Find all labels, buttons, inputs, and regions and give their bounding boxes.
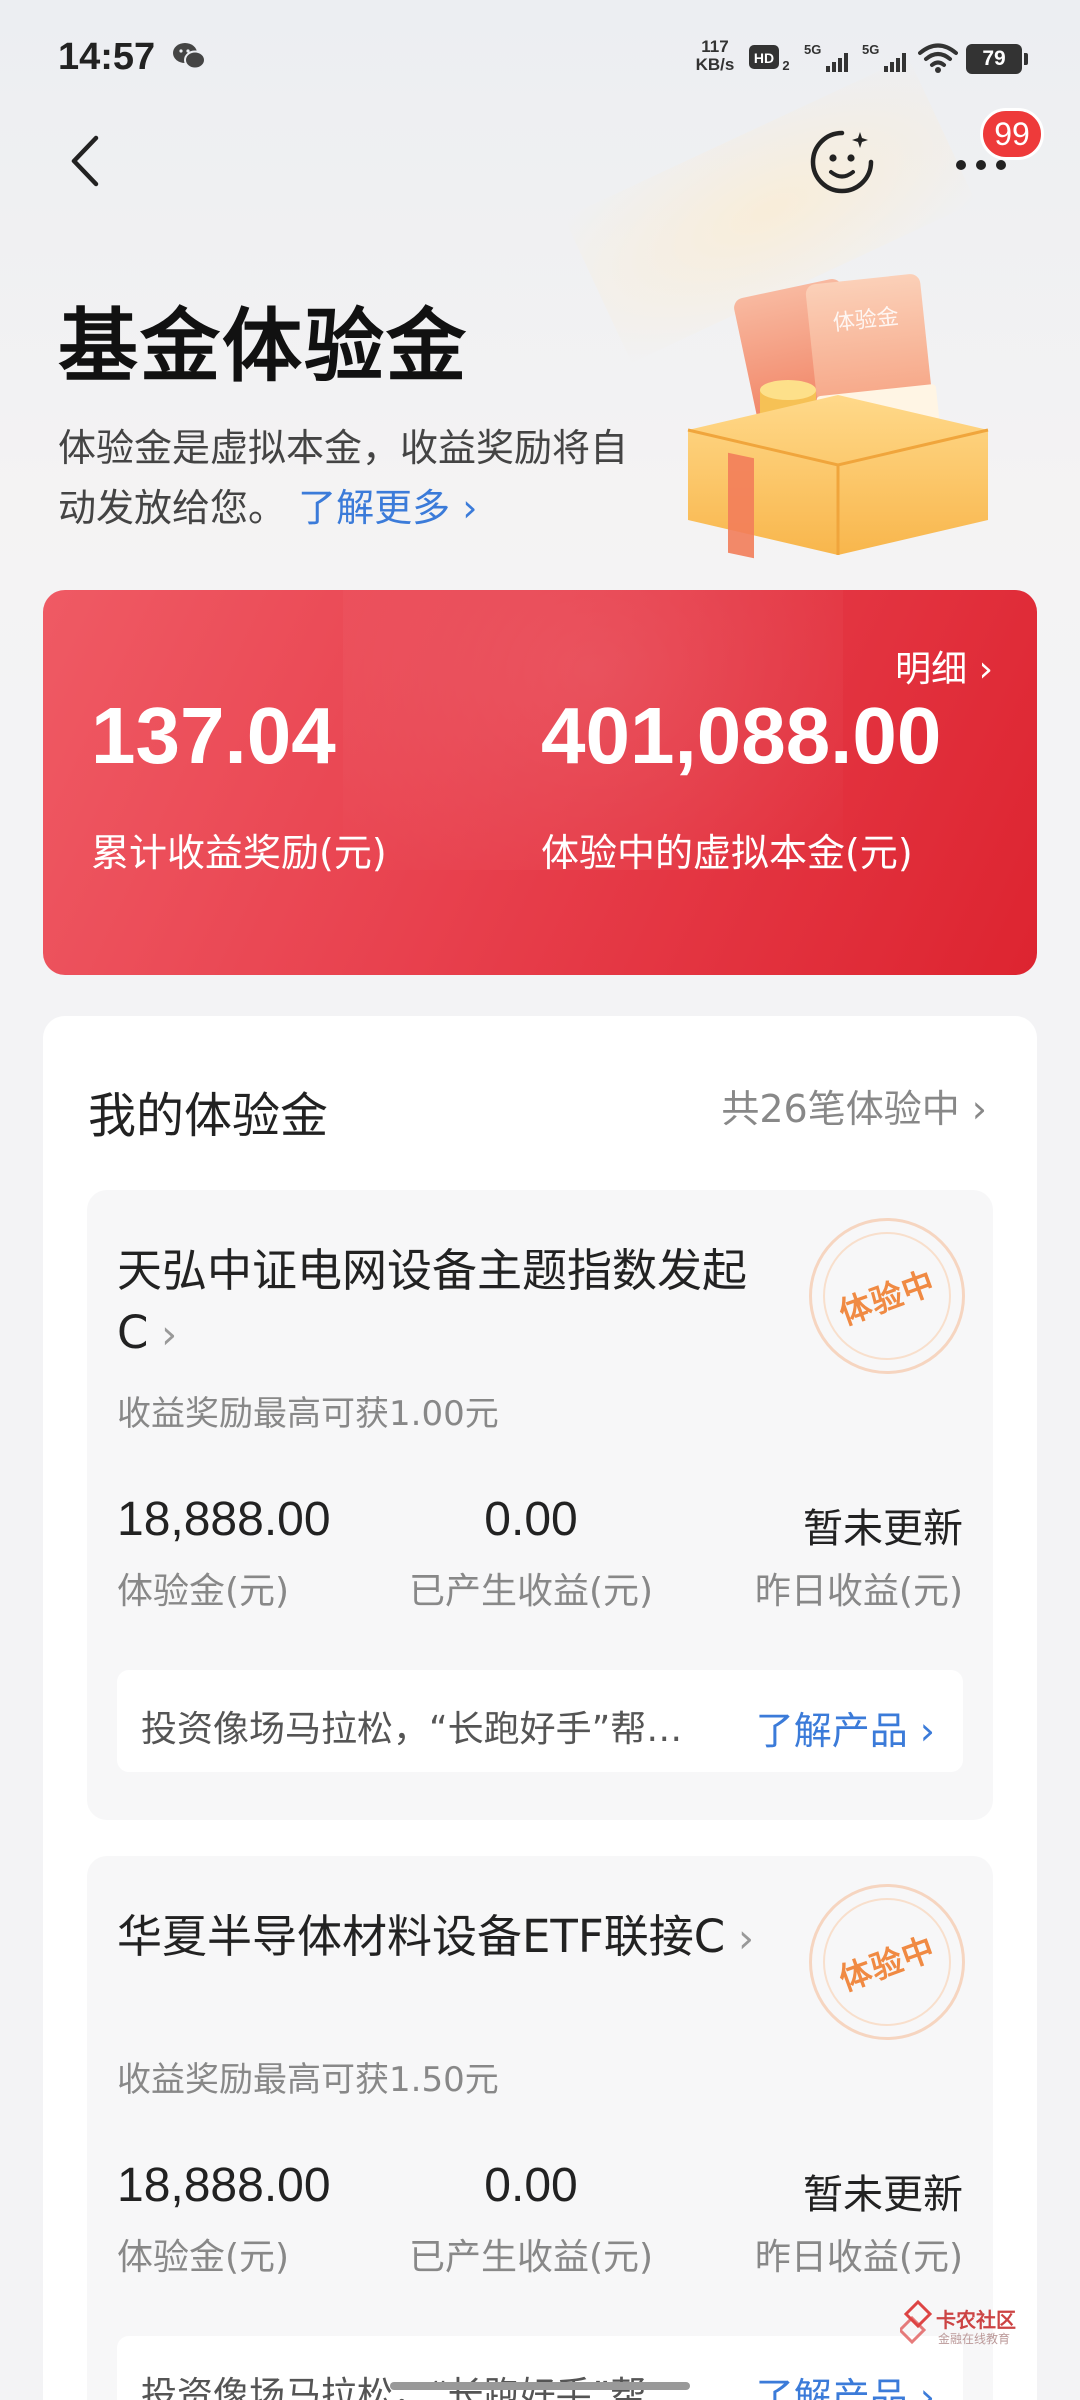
net-speed-unit: KB/s <box>695 55 735 74</box>
status-bar: 14:57 117 KB/s HD 2 5G 5G 79 <box>0 0 1080 120</box>
fund-name[interactable]: 华夏半导体材料设备ETF联接C › <box>117 1906 757 1970</box>
wechat-icon <box>173 43 206 70</box>
product-note-bar[interactable]: 投资像场马拉松，“长跑好手”帮… 了解产品 › <box>117 1670 963 1772</box>
stamp-in-trial: 体验中 <box>809 1218 965 1374</box>
watermark-title: 卡农社区 <box>936 2308 1016 2332</box>
fund-reward-cap: 收益奖励最高可获1.00元 <box>117 1394 499 1434</box>
detail-link[interactable]: 明细 › <box>895 640 993 692</box>
fund-name-text: 华夏半导体材料设备ETF联接C <box>117 1910 726 1963</box>
hd-icon: HD 2 <box>749 45 790 73</box>
product-note-bar[interactable]: 投资像场马拉松，“长跑好手”帮… 了解产品 › <box>117 2336 963 2400</box>
signal-5g-icon: 5G <box>862 42 906 72</box>
svg-text:HD: HD <box>754 50 774 66</box>
principal-label: 体验中的虚拟本金(元) <box>541 831 913 875</box>
stamp-text: 体验中 <box>834 1263 941 1333</box>
status-time: 14:57 <box>58 36 156 78</box>
fund-item[interactable]: 天弘中证电网设备主题指数发起C › 体验中 收益奖励最高可获1.00元 18,8… <box>87 1190 993 1820</box>
home-indicator[interactable] <box>390 2382 690 2390</box>
fund-name-text: 天弘中证电网设备主题指数发起C <box>117 1244 748 1359</box>
trial-amount: 18,888.00 <box>117 2159 331 2212</box>
yesterday-label: 昨日收益(元) <box>754 1571 963 1612</box>
signal-5g-icon: 5G <box>804 42 848 72</box>
earned-label: 已产生收益(元) <box>408 2237 654 2278</box>
svg-text:5G: 5G <box>862 42 879 57</box>
my-funds-card: 我的体验金 共26笔体验中 › 天弘中证电网设备主题指数发起C › 体验中 收益… <box>43 1016 1037 2400</box>
battery-icon: 79 <box>966 44 1028 74</box>
product-note: 投资像场马拉松，“长跑好手”帮… <box>141 1709 683 1750</box>
net-speed: 117 KB/s <box>690 38 740 74</box>
trial-amount-label: 体验金(元) <box>117 2237 290 2278</box>
principal-value: 401,088.00 <box>541 691 942 780</box>
back-button[interactable] <box>60 126 110 196</box>
stamp-text: 体验中 <box>834 1929 941 1999</box>
trial-amount: 18,888.00 <box>117 1493 331 1546</box>
svg-text:2: 2 <box>782 58 789 73</box>
gift-box-illustration: 体验金 <box>687 274 989 559</box>
chevron-right-icon: › <box>725 1916 754 1962</box>
yesterday-label: 昨日收益(元) <box>754 2237 963 2278</box>
notification-badge: 99 <box>980 108 1044 160</box>
svg-text:5G: 5G <box>804 42 821 57</box>
watermark-subtitle: 金融在线教育 <box>938 2332 1011 2346</box>
earned-label: 已产生收益(元) <box>408 1571 654 1612</box>
reward-label: 累计收益奖励(元) <box>91 831 387 875</box>
smiley-service-icon[interactable] <box>808 128 876 196</box>
fund-item[interactable]: 华夏半导体材料设备ETF联接C › 体验中 收益奖励最高可获1.50元 18,8… <box>87 1856 993 2400</box>
learn-product-link[interactable]: 了解产品 › <box>756 1700 935 1755</box>
earned-value: 0.00 <box>484 1493 578 1546</box>
stamp-inner-ring: 体验中 <box>823 1232 951 1360</box>
reward-value: 137.04 <box>91 691 336 780</box>
trial-amount-label: 体验金(元) <box>117 1571 290 1612</box>
chevron-right-icon: › <box>148 1312 178 1358</box>
section-title: 我的体验金 <box>88 1088 329 1144</box>
yesterday-value: 暂未更新 <box>803 1506 963 1552</box>
learn-more-link[interactable]: 了解更多 › <box>298 486 477 530</box>
fund-name[interactable]: 天弘中证电网设备主题指数发起C › <box>117 1240 757 1366</box>
wifi-icon <box>918 43 958 73</box>
funds-count-link[interactable]: 共26笔体验中 › <box>721 1078 987 1133</box>
yesterday-value: 暂未更新 <box>803 2172 963 2218</box>
learn-product-link[interactable]: 了解产品 › <box>756 2366 935 2400</box>
stamp-in-trial: 体验中 <box>809 1884 965 2040</box>
fund-reward-cap: 收益奖励最高可获1.50元 <box>117 2060 499 2100</box>
net-speed-value: 117 <box>701 37 729 56</box>
earned-value: 0.00 <box>484 2159 578 2212</box>
stamp-inner-ring: 体验中 <box>823 1898 951 2026</box>
page-title: 基金体验金 <box>58 300 468 393</box>
summary-card: 明细 › 137.04 累计收益奖励(元) 401,088.00 体验中的虚拟本… <box>43 590 1037 975</box>
intro-text: 体验金是虚拟本金，收益奖励将自动发放给您。 了解更多 › <box>58 418 658 538</box>
